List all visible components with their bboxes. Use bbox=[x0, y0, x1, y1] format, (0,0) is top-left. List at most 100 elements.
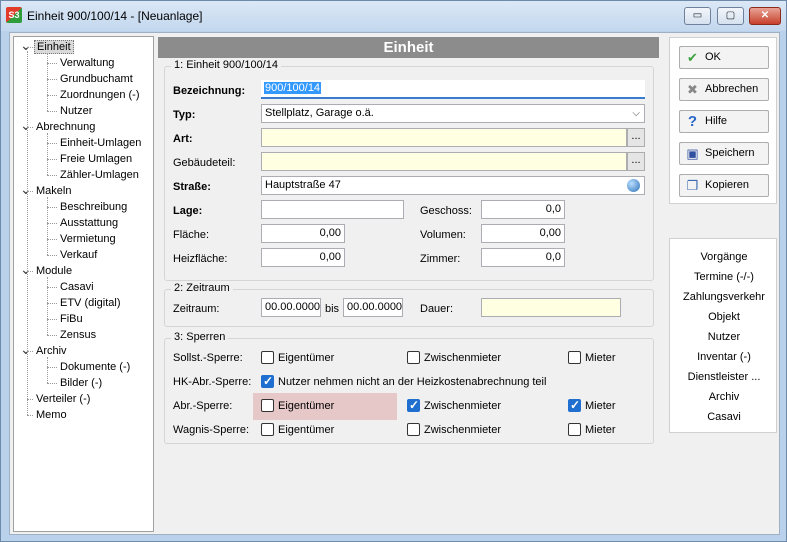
dauer-label: Dauer: bbox=[420, 303, 454, 315]
hilfe-button[interactable]: ? Hilfe bbox=[679, 110, 769, 133]
tree-item[interactable]: Vermietung bbox=[58, 231, 118, 247]
tree-item[interactable]: ETV (digital) bbox=[58, 295, 123, 311]
tree-item[interactable]: Bilder (-) bbox=[58, 375, 104, 391]
help-icon: ? bbox=[687, 113, 698, 130]
related-link[interactable]: Casavi bbox=[670, 410, 778, 424]
wagnis-eigentuemer-checkbox[interactable] bbox=[261, 423, 274, 436]
app-logo-icon: S3 bbox=[6, 7, 22, 23]
geschoss-label: Geschoss: bbox=[420, 205, 472, 217]
minimize-button[interactable]: ▭ bbox=[684, 7, 711, 25]
related-link[interactable]: Nutzer bbox=[670, 330, 778, 344]
dauer-input[interactable] bbox=[481, 298, 621, 317]
related-link[interactable]: Inventar (-) bbox=[670, 350, 778, 364]
tree-connector bbox=[47, 207, 57, 208]
wagnis-mieter-checkbox[interactable] bbox=[568, 423, 581, 436]
bezeichnung-value: 900/100/14 bbox=[264, 82, 322, 94]
wagnis-zwischenmieter-checkbox[interactable] bbox=[407, 423, 420, 436]
tree-item[interactable]: Zähler-Umlagen bbox=[58, 167, 141, 183]
lage-label: Lage: bbox=[173, 205, 203, 217]
tree-item[interactable]: FiBu bbox=[58, 311, 85, 327]
tree-connector bbox=[47, 95, 57, 96]
tree-connector bbox=[47, 53, 48, 111]
tree-item[interactable]: Zuordnungen (-) bbox=[58, 87, 142, 103]
art-browse-button[interactable]: ... bbox=[627, 128, 645, 147]
abr-sperre-label: Abr.-Sperre: bbox=[173, 400, 233, 412]
speichern-button[interactable]: ▣ Speichern bbox=[679, 142, 769, 165]
sollst-mieter-checkbox[interactable] bbox=[568, 351, 581, 364]
tree-connector bbox=[47, 143, 57, 144]
tree-connector bbox=[47, 63, 57, 64]
abr-mieter-checkbox[interactable] bbox=[568, 398, 581, 412]
maximize-button[interactable]: ▢ bbox=[717, 7, 744, 25]
tree-connector bbox=[47, 239, 57, 240]
tree-item[interactable]: Module bbox=[34, 263, 74, 279]
tree-connector bbox=[27, 51, 28, 415]
tree-item[interactable]: Memo bbox=[34, 407, 69, 423]
gebaeudeteil-input[interactable] bbox=[261, 152, 627, 171]
related-link[interactable]: Objekt bbox=[670, 310, 778, 324]
tree-item[interactable]: Freie Umlagen bbox=[58, 151, 134, 167]
tree-item[interactable]: Archiv bbox=[34, 343, 69, 359]
bezeichnung-input[interactable]: 900/100/14 bbox=[261, 80, 645, 99]
lage-input[interactable] bbox=[261, 200, 404, 219]
related-link[interactable]: Vorgänge bbox=[670, 250, 778, 264]
sollst-zwischenmieter-checkbox[interactable] bbox=[407, 351, 420, 364]
gebaeudeteil-label: Gebäudeteil: bbox=[173, 157, 236, 169]
navigation-tree[interactable]: Einheit ⌄ Verwaltung Grundbuchamt Zuordnunge… bbox=[13, 36, 154, 532]
flaeche-label: Fläche: bbox=[173, 229, 210, 241]
tree-item[interactable]: Einheit-Umlagen bbox=[58, 135, 143, 151]
ok-button[interactable]: ✔ OK bbox=[679, 46, 769, 69]
speichern-button-label: Speichern bbox=[705, 147, 755, 159]
tree-item[interactable]: Verwaltung bbox=[58, 55, 116, 71]
typ-select[interactable]: Stellplatz, Garage o.ä. ⌵ bbox=[261, 104, 645, 123]
tree-item[interactable]: Ausstattung bbox=[58, 215, 120, 231]
sollst-eigentuemer-checkbox[interactable] bbox=[261, 351, 274, 364]
tree-item[interactable]: Verkauf bbox=[58, 247, 99, 263]
tree-item[interactable]: Beschreibung bbox=[58, 199, 129, 215]
tree-item[interactable]: Zensus bbox=[58, 327, 98, 343]
client-area: Einheit ⌄ Verwaltung Grundbuchamt Zuordnunge… bbox=[9, 32, 780, 535]
ok-button-label: OK bbox=[705, 51, 721, 63]
related-link[interactable]: Termine (-/-) bbox=[670, 270, 778, 284]
tree-item[interactable]: Makeln bbox=[34, 183, 73, 199]
tree-item[interactable]: Dokumente (-) bbox=[58, 359, 132, 375]
abr-zwischenmieter-checkbox[interactable] bbox=[407, 398, 420, 412]
abr-eigentuemer-checkbox[interactable] bbox=[261, 399, 274, 412]
kopieren-button[interactable]: ❐ Kopieren bbox=[679, 174, 769, 197]
tree-item-label: Casavi bbox=[60, 281, 94, 293]
hk-nutzer-checkbox[interactable] bbox=[261, 374, 274, 388]
volumen-input[interactable]: 0,00 bbox=[481, 224, 565, 243]
globe-icon[interactable] bbox=[627, 179, 640, 192]
heizflaeche-input[interactable]: 0,00 bbox=[261, 248, 345, 267]
abbrechen-button[interactable]: ✖ Abbrechen bbox=[679, 78, 769, 101]
close-button[interactable]: ✕ bbox=[749, 7, 781, 25]
zeitraum-von-input[interactable]: 00.00.0000 bbox=[261, 298, 321, 317]
tree-connector bbox=[27, 415, 33, 416]
strasse-input[interactable]: Hauptstraße 47 bbox=[261, 176, 645, 195]
tree-item[interactable]: Verteiler (-) bbox=[34, 391, 92, 407]
gebaeudeteil-browse-button[interactable]: ... bbox=[627, 152, 645, 171]
tree-item-label: Bilder (-) bbox=[60, 377, 103, 389]
zimmer-input[interactable]: 0,0 bbox=[481, 248, 565, 267]
zeitraum-bis-input[interactable]: 00.00.0000 bbox=[343, 298, 403, 317]
app-window: S3 Einheit 900/100/14 - [Neuanlage] ▭ ▢ … bbox=[0, 0, 787, 542]
tree-connector bbox=[47, 277, 48, 335]
tree-item[interactable]: Einheit bbox=[34, 39, 74, 55]
abr-mieter-label: Mieter bbox=[585, 400, 616, 412]
tree-connector bbox=[47, 175, 57, 176]
related-link[interactable]: Zahlungsverkehr bbox=[670, 290, 778, 304]
tree-item-label: Zuordnungen (-) bbox=[60, 89, 140, 101]
art-input[interactable] bbox=[261, 128, 627, 147]
action-button-panel: ✔ OK ✖ Abbrechen ? Hilfe ▣ Speichern ❐ K… bbox=[669, 37, 777, 204]
tree-item[interactable]: Grundbuchamt bbox=[58, 71, 135, 87]
related-link[interactable]: Dienstleister ... bbox=[670, 370, 778, 384]
tree-item-label: Dokumente (-) bbox=[60, 361, 131, 373]
tree-item-label: Verkauf bbox=[60, 249, 98, 261]
related-link[interactable]: Archiv bbox=[670, 390, 778, 404]
tree-item[interactable]: Abrechnung bbox=[34, 119, 97, 135]
flaeche-input[interactable]: 0,00 bbox=[261, 224, 345, 243]
tree-item[interactable]: Nutzer bbox=[58, 103, 94, 119]
geschoss-input[interactable]: 0,0 bbox=[481, 200, 565, 219]
sollst-eigentuemer-label: Eigentümer bbox=[278, 352, 335, 364]
tree-item[interactable]: Casavi bbox=[58, 279, 96, 295]
